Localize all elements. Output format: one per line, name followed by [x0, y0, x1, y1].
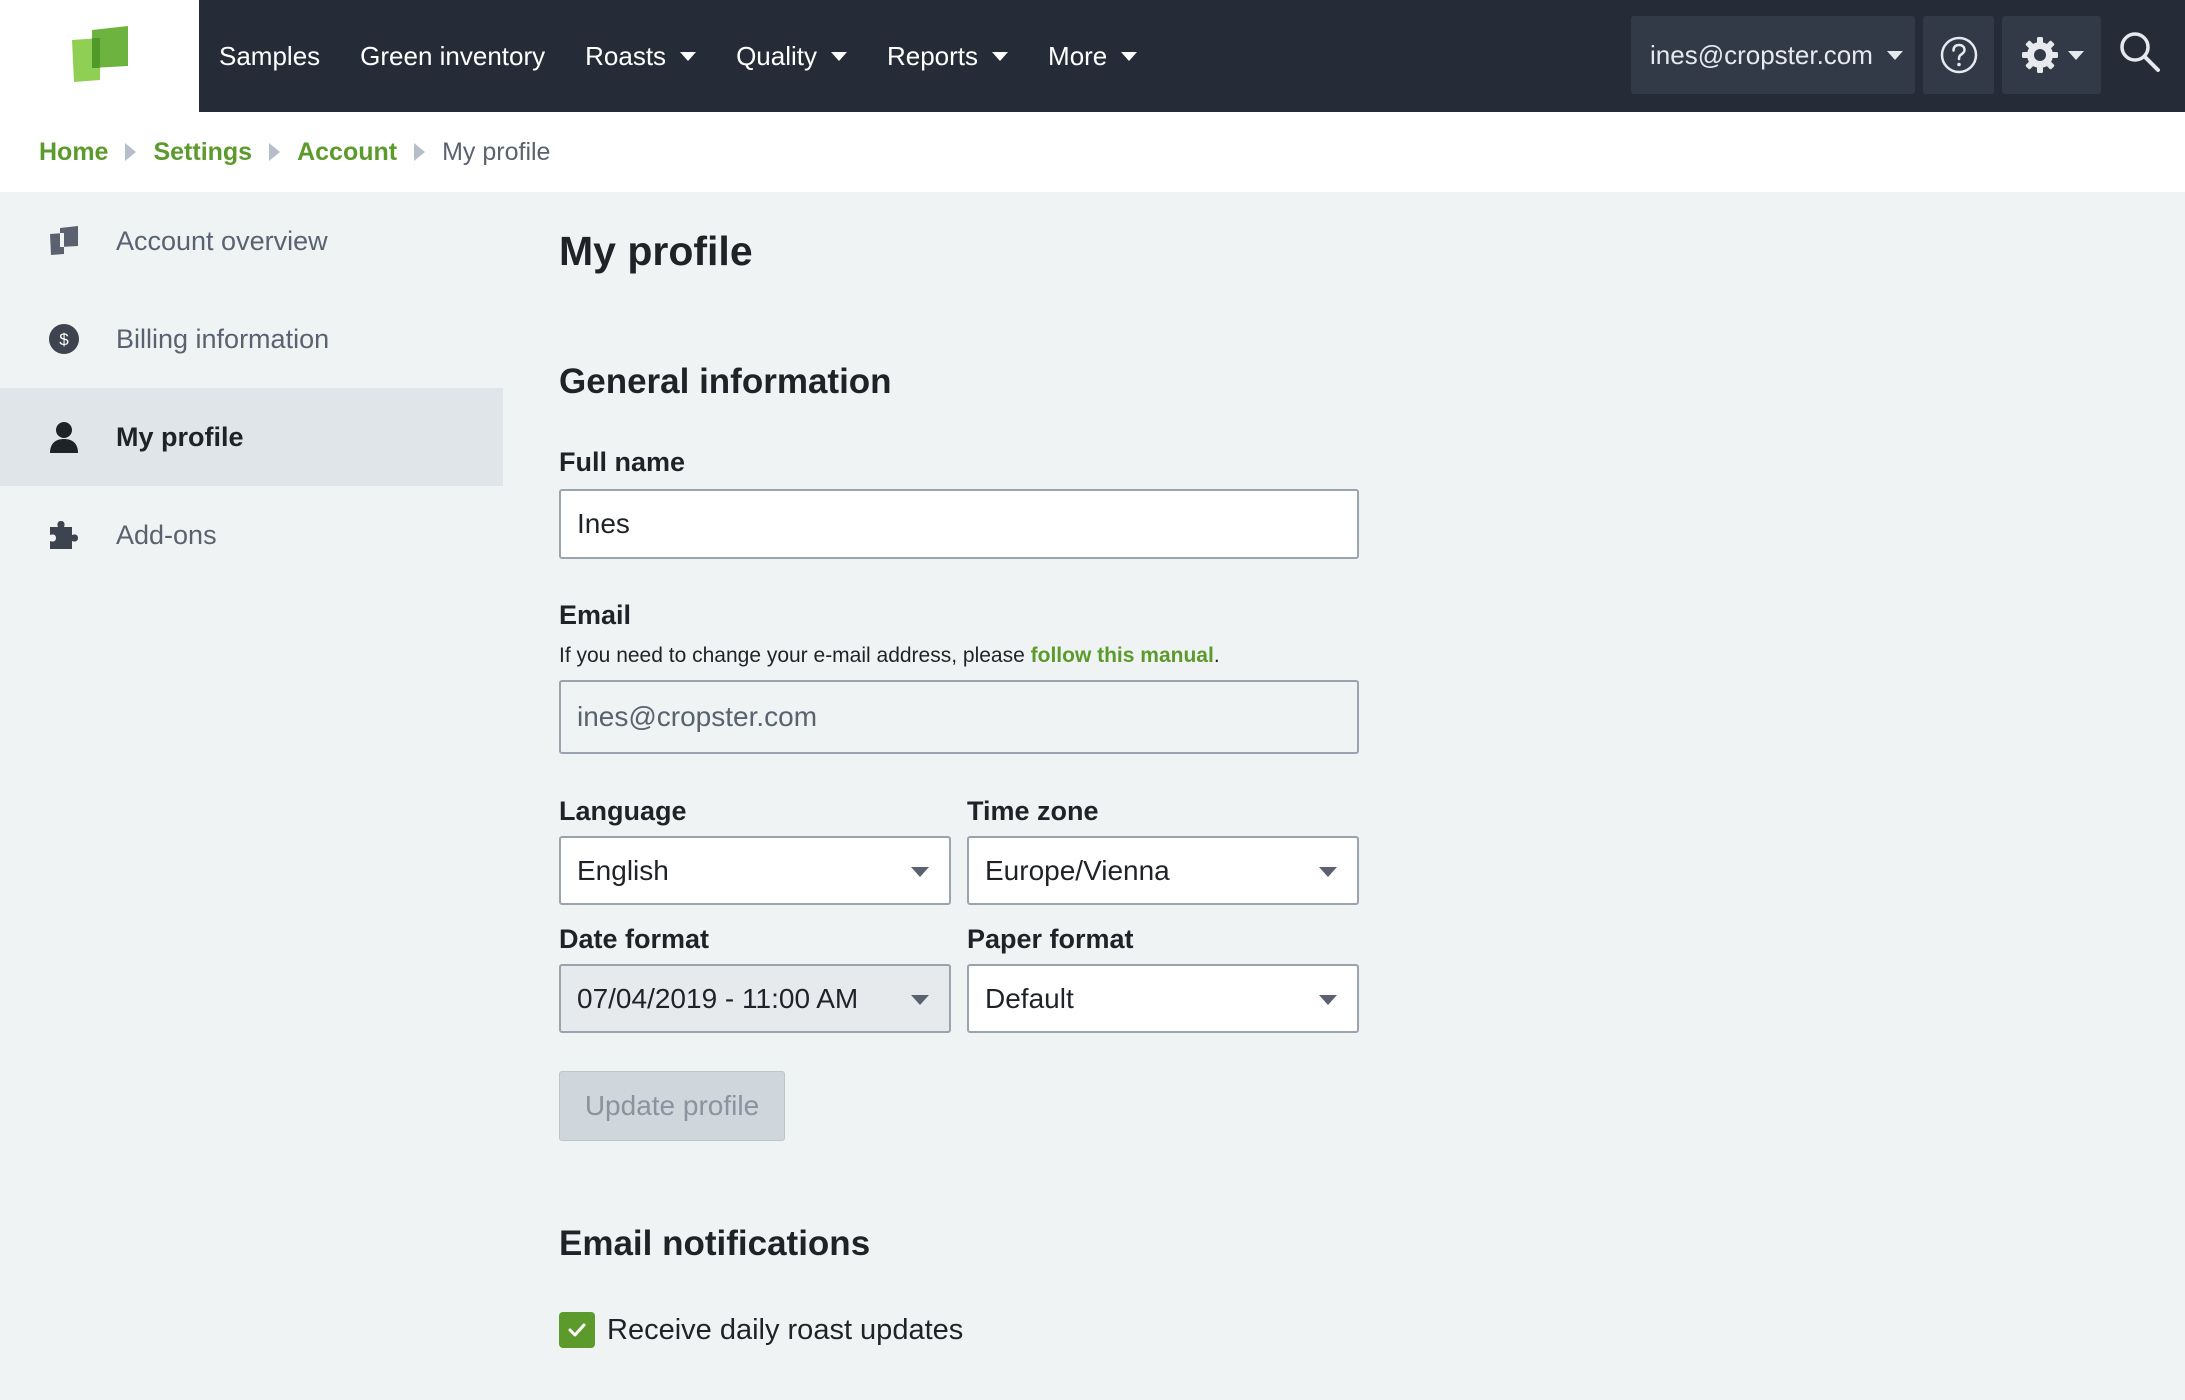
cropster-logo-icon	[72, 26, 128, 82]
time-zone-value: Europe/Vienna	[985, 854, 1170, 886]
language-value: English	[577, 854, 669, 886]
svg-text:$: $	[59, 330, 69, 349]
nav-roasts[interactable]: Roasts	[585, 40, 697, 72]
user-email: ines@cropster.com	[1650, 39, 1873, 70]
paper-format-label: Paper format	[967, 924, 1134, 954]
daily-roast-updates-label: Receive daily roast updates	[607, 1313, 964, 1346]
chevron-down-icon	[1319, 867, 1337, 877]
breadcrumb: Home Settings Account My profile	[0, 112, 2185, 192]
user-icon	[46, 419, 82, 455]
sidebar-item-label: Billing information	[116, 323, 330, 354]
email-field: ines@cropster.com	[559, 680, 1359, 754]
nav-quality[interactable]: Quality	[736, 41, 847, 72]
nav-roasts-label: Roasts	[585, 40, 667, 71]
full-name-label: Full name	[559, 447, 686, 477]
nav-reports-label: Reports	[886, 40, 979, 71]
breadcrumb-separator-icon	[269, 143, 281, 161]
caret-down-icon	[680, 51, 697, 61]
sidebar-item-my-profile[interactable]: My profile	[0, 388, 503, 486]
nav-reports[interactable]: Reports	[886, 40, 1009, 72]
puzzle-icon	[46, 517, 82, 553]
search-icon	[2120, 32, 2160, 72]
update-profile-button[interactable]: Update profile	[559, 1071, 785, 1141]
follow-manual-link[interactable]: follow this manual	[1031, 644, 1214, 667]
help-button[interactable]	[1923, 16, 1994, 94]
caret-down-icon	[992, 51, 1009, 61]
nav-more[interactable]: More	[1048, 40, 1138, 72]
account-overview-icon	[46, 223, 82, 259]
breadcrumb-separator-icon	[414, 143, 426, 161]
page-title: My profile	[559, 228, 753, 274]
sidebar-item-label: Add-ons	[116, 519, 217, 550]
checkmark-icon	[568, 1323, 586, 1337]
settings-sidebar: Account overview $ Billing information M…	[0, 192, 503, 584]
general-information-heading: General information	[559, 362, 892, 401]
chevron-down-icon	[1319, 995, 1337, 1005]
cropster-logo[interactable]	[0, 0, 199, 112]
language-select[interactable]: English	[559, 836, 951, 905]
caret-down-icon	[1886, 50, 1903, 60]
time-zone-label: Time zone	[967, 796, 1099, 826]
nav-quality-label: Quality	[736, 40, 817, 71]
paper-format-value: Default	[985, 982, 1074, 1014]
email-hint: If you need to change your e-mail addres…	[559, 644, 1220, 668]
user-menu-button[interactable]: ines@cropster.com	[1631, 16, 1915, 94]
email-label: Email	[559, 600, 632, 630]
email-hint-text: If you need to change your e-mail addres…	[559, 644, 1031, 667]
help-circle-icon	[1940, 36, 1977, 74]
sidebar-item-add-ons[interactable]: Add-ons	[0, 486, 503, 584]
sidebar-item-label: My profile	[116, 421, 244, 452]
date-format-value: 07/04/2019 - 11:00 AM	[577, 982, 859, 1014]
sidebar-item-billing-information[interactable]: $ Billing information	[0, 290, 503, 388]
sidebar-item-label: Account overview	[116, 225, 328, 256]
nav-green-inventory[interactable]: Green inventory	[360, 41, 545, 72]
settings-menu-button[interactable]	[2002, 16, 2101, 94]
sidebar-item-account-overview[interactable]: Account overview	[0, 192, 503, 290]
chevron-down-icon	[911, 867, 929, 877]
breadcrumb-settings[interactable]: Settings	[153, 138, 252, 167]
language-label: Language	[559, 796, 687, 826]
nav-samples[interactable]: Samples	[219, 41, 320, 72]
breadcrumb-current: My profile	[442, 137, 551, 166]
paper-format-select[interactable]: Default	[967, 964, 1359, 1033]
nav-samples-label: Samples	[219, 40, 321, 71]
search-button[interactable]	[2118, 30, 2168, 80]
email-value: ines@cropster.com	[577, 701, 818, 732]
date-format-label: Date format	[559, 924, 710, 954]
caret-down-icon	[1121, 51, 1138, 61]
email-notifications-heading: Email notifications	[559, 1224, 871, 1263]
daily-roast-updates-option: Receive daily roast updates	[559, 1312, 963, 1348]
breadcrumb-account[interactable]: Account	[297, 138, 397, 167]
main-nav: Samples Green inventory Roasts Quality R…	[199, 0, 1157, 112]
caret-down-icon	[2067, 50, 2084, 60]
chevron-down-icon	[911, 995, 929, 1005]
breadcrumb-separator-icon	[125, 143, 137, 161]
nav-green-inventory-label: Green inventory	[360, 40, 546, 71]
gear-icon	[2021, 37, 2058, 73]
dollar-icon: $	[46, 321, 82, 357]
full-name-value: Ines	[577, 508, 630, 539]
time-zone-select[interactable]: Europe/Vienna	[967, 836, 1359, 905]
email-hint-suffix: .	[1213, 644, 1220, 667]
date-format-select[interactable]: 07/04/2019 - 11:00 AM	[559, 964, 951, 1033]
full-name-input[interactable]: Ines	[559, 489, 1359, 559]
nav-more-label: More	[1048, 40, 1108, 71]
caret-down-icon	[830, 51, 847, 61]
daily-roast-updates-checkbox[interactable]	[559, 1312, 595, 1348]
breadcrumb-home[interactable]: Home	[39, 138, 108, 167]
top-navigation-bar: Samples Green inventory Roasts Quality R…	[0, 0, 2185, 112]
